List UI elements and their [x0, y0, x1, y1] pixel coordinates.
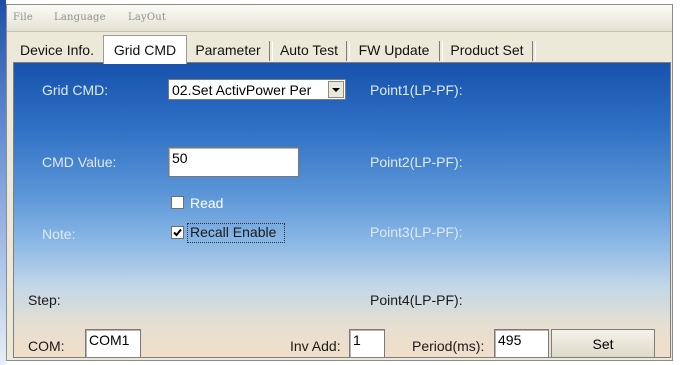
grid-cmd-select[interactable]: 02.Set ActivPower Per: [168, 79, 346, 100]
tab-product-set[interactable]: Product Set: [442, 38, 532, 63]
read-checkbox[interactable]: [171, 196, 184, 209]
cmd-value-label: CMD Value:: [42, 154, 117, 170]
tab-fw-update[interactable]: FW Update: [349, 38, 439, 63]
tab-parameter[interactable]: Parameter: [187, 38, 269, 63]
menu-file[interactable]: File: [13, 12, 33, 23]
com-label: COM:: [28, 338, 65, 354]
inv-add-label: Inv Add:: [290, 338, 341, 354]
cmd-value-input[interactable]: 50: [168, 147, 299, 177]
tab-grid-cmd[interactable]: Grid CMD: [103, 35, 187, 64]
tab-device-info[interactable]: Device Info.: [13, 38, 101, 63]
tab-separator: [532, 41, 536, 61]
menu-language[interactable]: Language: [54, 12, 106, 23]
tab-auto-test[interactable]: Auto Test: [272, 38, 346, 63]
com-input[interactable]: COM1: [85, 329, 141, 357]
period-input[interactable]: 495: [494, 329, 549, 357]
menu-layout[interactable]: LayOut: [128, 12, 166, 23]
set-button[interactable]: Set: [551, 329, 655, 357]
grid-cmd-label: Grid CMD:: [42, 82, 109, 98]
menu-bar: File Language LayOut: [7, 5, 672, 32]
inv-add-input[interactable]: 1: [349, 329, 385, 357]
point3-label: Point3(LP-PF):: [370, 224, 463, 240]
recall-enable-label: Recall Enable: [190, 224, 277, 240]
point1-label: Point1(LP-PF):: [370, 82, 463, 98]
note-label: Note:: [42, 226, 76, 242]
checkmark-icon: [173, 228, 182, 237]
app-window: File Language LayOut Device Info. Grid C…: [6, 4, 673, 361]
grid-cmd-selected-value: 02.Set ActivPower Per: [172, 82, 312, 98]
dropdown-arrow-icon[interactable]: [328, 81, 344, 98]
point2-label: Point2(LP-PF):: [370, 154, 463, 170]
recall-enable-checkbox[interactable]: [171, 226, 184, 239]
step-label: Step:: [28, 292, 61, 308]
point4-label: Point4(LP-PF):: [370, 292, 463, 308]
period-label: Period(ms):: [412, 338, 485, 354]
grid-cmd-panel: Grid CMD: 02.Set ActivPower Per Point1(L…: [13, 62, 671, 358]
read-label: Read: [190, 195, 224, 211]
